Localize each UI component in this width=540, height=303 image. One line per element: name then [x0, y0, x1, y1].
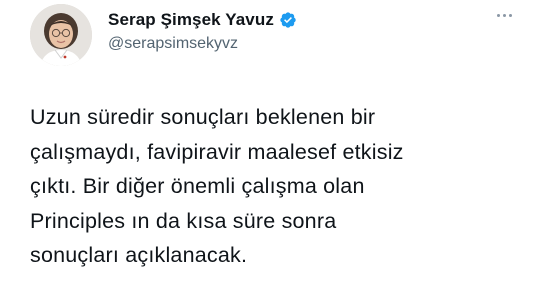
author-name[interactable]: Serap Şimşek Yavuz [108, 10, 274, 30]
more-dot [509, 14, 512, 17]
avatar-image [30, 4, 92, 66]
more-dot [503, 14, 506, 17]
more-dot [497, 14, 500, 17]
author-handle[interactable]: @serapsimsekyvz [108, 35, 297, 53]
tweet-text: Uzun süredir sonuçları beklenen bir çalı… [30, 105, 404, 268]
tweet-card: Serap Şimşek Yavuz @serapsimsekyvz Uzun … [0, 0, 540, 303]
avatar[interactable] [30, 4, 92, 66]
author-name-row: Serap Şimşek Yavuz [108, 8, 297, 32]
verified-badge-icon [279, 11, 297, 29]
more-options-icon[interactable] [497, 14, 512, 17]
author-info: Serap Şimşek Yavuz @serapsimsekyvz [108, 8, 297, 53]
